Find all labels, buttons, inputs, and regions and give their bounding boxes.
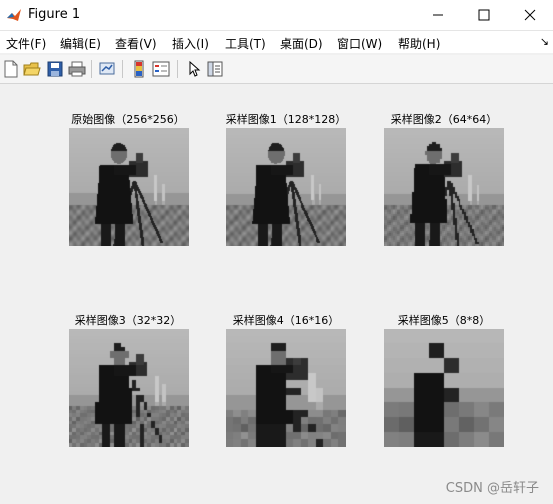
window-titlebar: Figure 1 <box>0 0 553 31</box>
save-icon[interactable] <box>46 60 64 78</box>
figure-canvas: 原始图像（256*256） 采样图像1（128*128） 采样图像2（64*64… <box>0 84 553 504</box>
menu-dock-arrow-icon[interactable]: ↘ <box>540 35 549 48</box>
menu-bar: 文件(F) 编辑(E) 查看(V) 插入(I) 工具(T) 桌面(D) 窗口(W… <box>0 31 553 53</box>
new-figure-icon[interactable] <box>2 60 20 78</box>
subplot-title-sample4: 采样图像4（16*16） <box>232 314 340 327</box>
menu-insert[interactable]: 插入(I) <box>172 35 209 52</box>
matlab-logo-icon <box>7 9 21 21</box>
link-plot-icon[interactable] <box>98 60 116 78</box>
close-button[interactable] <box>507 0 553 30</box>
subplot-image-sample5 <box>384 329 504 447</box>
maximize-icon <box>478 9 490 21</box>
menu-help[interactable]: 帮助(H) <box>398 35 440 52</box>
insert-legend-icon[interactable] <box>152 60 170 78</box>
window-title: Figure 1 <box>28 7 81 22</box>
subplot-image-sample3 <box>69 329 189 447</box>
insert-colorbar-icon[interactable] <box>130 60 148 78</box>
menu-file[interactable]: 文件(F) <box>6 35 46 52</box>
toolbar-separator <box>177 60 178 78</box>
subplot-image-original <box>69 128 189 246</box>
subplot-title-sample3: 采样图像3（32*32） <box>74 314 182 327</box>
figure-toolbar <box>0 55 553 84</box>
print-icon[interactable] <box>68 60 86 78</box>
subplot-image-sample2 <box>384 128 504 246</box>
menu-tools[interactable]: 工具(T) <box>225 35 266 52</box>
subplot-title-sample2: 采样图像2（64*64） <box>390 113 498 126</box>
minimize-icon <box>433 14 443 16</box>
toolbar-separator <box>122 60 123 78</box>
open-file-icon[interactable] <box>23 60 41 78</box>
property-inspector-icon[interactable] <box>206 60 224 78</box>
maximize-button[interactable] <box>461 0 507 30</box>
subplot-title-original: 原始图像（256*256） <box>71 113 185 126</box>
edit-plot-arrow-icon[interactable] <box>185 60 203 78</box>
minimize-button[interactable] <box>415 0 461 30</box>
subplot-title-sample1: 采样图像1（128*128） <box>225 113 347 126</box>
toolbar-separator <box>91 60 92 78</box>
subplot-image-sample4 <box>226 329 346 447</box>
watermark: CSDN @岳轩子 <box>445 481 539 496</box>
menu-window[interactable]: 窗口(W) <box>337 35 382 52</box>
subplot-image-sample1 <box>226 128 346 246</box>
menu-desktop[interactable]: 桌面(D) <box>280 35 323 52</box>
menu-view[interactable]: 查看(V) <box>115 35 157 52</box>
menu-edit[interactable]: 编辑(E) <box>60 35 101 52</box>
close-icon <box>524 9 536 21</box>
subplot-title-sample5: 采样图像5（8*8） <box>397 314 491 327</box>
